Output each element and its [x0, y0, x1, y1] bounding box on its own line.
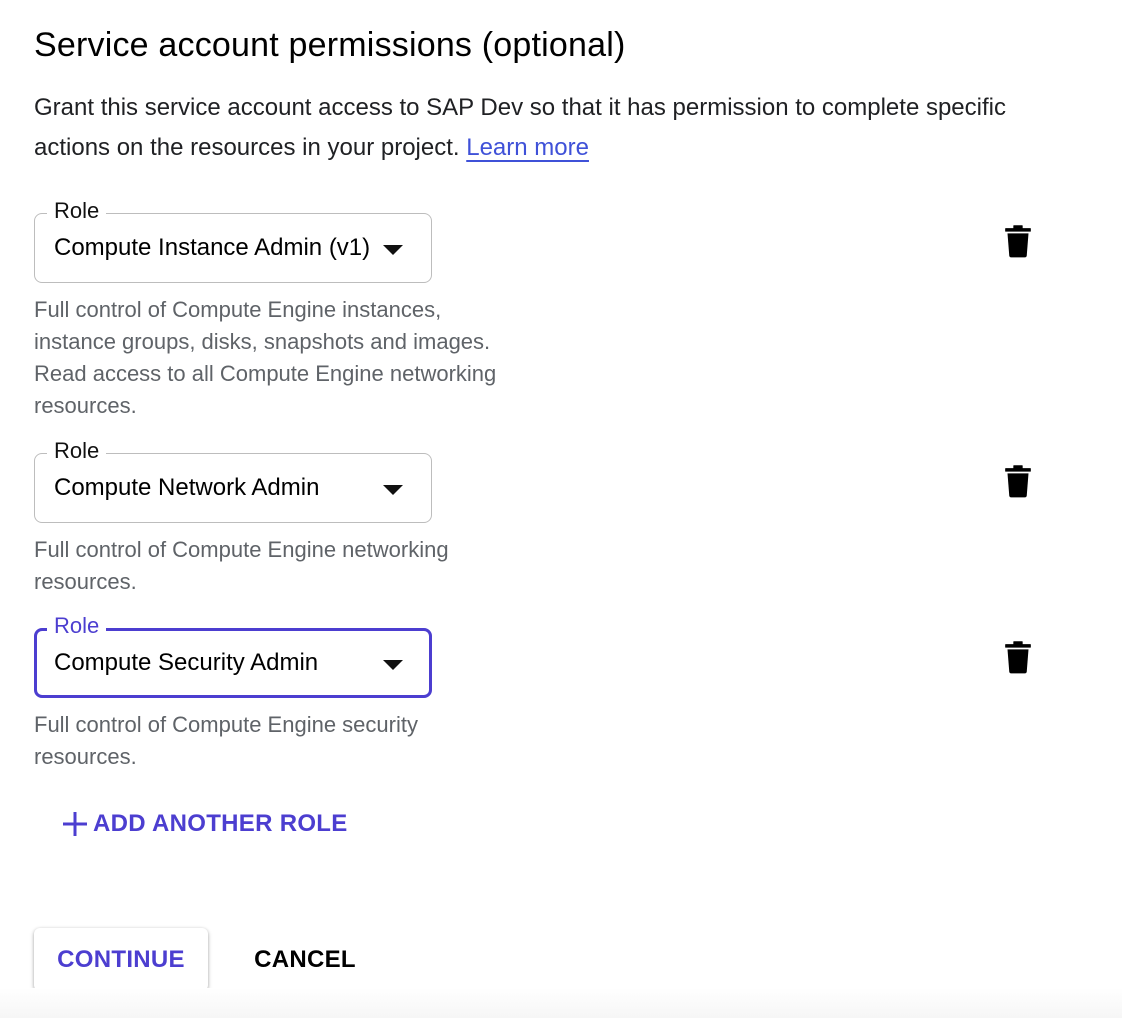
add-another-role-label: ADD ANOTHER ROLE	[93, 810, 348, 837]
bottom-divider	[0, 988, 1122, 1018]
trash-icon[interactable]	[1004, 640, 1032, 674]
role-select-label: Role	[47, 437, 107, 465]
caret-down-icon	[383, 485, 403, 495]
continue-button[interactable]: CONTINUE	[34, 928, 208, 991]
page-title: Service account permissions (optional)	[34, 26, 626, 64]
role-select-3[interactable]: Role Compute Security Admin	[34, 612, 432, 698]
caret-down-icon	[383, 245, 403, 255]
role-row-3: Role Compute Security Admin Full control…	[34, 612, 504, 773]
service-account-permissions-page: Service account permissions (optional) G…	[0, 0, 1122, 1018]
trash-icon[interactable]	[1004, 464, 1032, 498]
role-select-1[interactable]: Role Compute Instance Admin (v1)	[34, 197, 432, 283]
trash-icon[interactable]	[1004, 224, 1032, 258]
role-select-2[interactable]: Role Compute Network Admin	[34, 437, 432, 523]
role-select-label: Role	[47, 612, 107, 640]
role-select-value: Compute Security Admin	[54, 649, 319, 676]
role-description: Full control of Compute Engine networkin…	[34, 537, 449, 594]
role-select-value: Compute Instance Admin (v1)	[54, 234, 371, 261]
add-another-role-button[interactable]: ADD ANOTHER ROLE	[62, 806, 348, 842]
intro-text: Grant this service account access to SAP…	[34, 88, 1034, 168]
learn-more-link[interactable]: Learn more	[466, 134, 589, 161]
role-description: Full control of Compute Engine security …	[34, 712, 418, 769]
role-row-1: Role Compute Instance Admin (v1) Full co…	[34, 197, 504, 422]
cancel-button[interactable]: CANCEL	[240, 928, 370, 991]
plus-icon	[63, 812, 87, 836]
caret-down-icon	[383, 660, 403, 670]
role-select-label: Role	[47, 197, 107, 225]
role-description: Full control of Compute Engine instances…	[34, 297, 497, 418]
role-select-value: Compute Network Admin	[54, 474, 320, 501]
role-row-2: Role Compute Network Admin Full control …	[34, 437, 504, 598]
